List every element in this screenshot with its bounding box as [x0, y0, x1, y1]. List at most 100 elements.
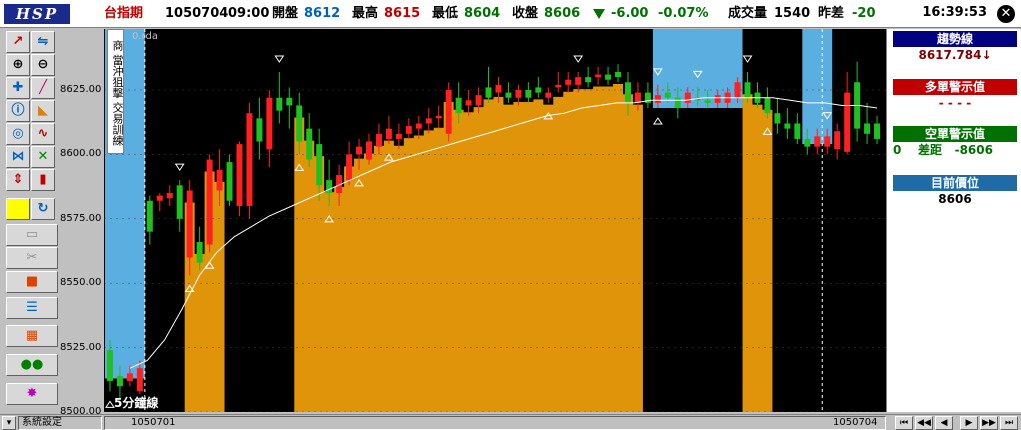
candle-body: [475, 95, 482, 106]
candle-body: [425, 118, 432, 124]
candle-body: [286, 97, 293, 106]
candle-body: [395, 133, 402, 139]
split-icon[interactable]: ⇋: [31, 31, 55, 53]
nav-fast-back-button[interactable]: ◀◀: [915, 416, 933, 430]
top-quote-bar: HSP 台指期 1050704 09:00 開盤 8612 最高 8615 最低…: [0, 0, 1021, 28]
app-window: HSP 台指期 1050704 09:00 開盤 8612 最高 8615 最低…: [0, 0, 1021, 430]
candle-body: [435, 115, 442, 119]
close-label: 收盤: [512, 6, 539, 21]
y-tick-label: 8550.00: [60, 277, 102, 289]
candle-body: [525, 90, 532, 98]
y-tick-label: 8625.00: [60, 84, 102, 95]
up-down-icon[interactable]: ⇕: [6, 169, 30, 191]
menu-button[interactable]: ▾: [2, 416, 16, 430]
list-icon[interactable]: ☰: [6, 297, 58, 319]
folder-icon[interactable]: ▭: [6, 224, 58, 246]
candle-body: [246, 113, 253, 206]
settings-button[interactable]: 系統設定: [18, 416, 102, 430]
candle-body: [674, 97, 681, 109]
volume-label: 成交量: [728, 6, 768, 21]
chart-svg[interactable]: [104, 29, 886, 412]
candle-body: [804, 138, 811, 147]
trend-line-icon[interactable]: ↗: [6, 31, 30, 53]
cross-arrows-icon[interactable]: ✕: [31, 146, 55, 168]
side-label-line-3: 交易訓練: [111, 101, 124, 146]
curve-icon[interactable]: ∿: [31, 123, 55, 145]
candle-body: [505, 92, 512, 98]
change-percent: -0.07%: [658, 6, 709, 21]
candle-body: [276, 97, 283, 111]
interval-label: 5分鐘線: [114, 396, 159, 410]
timeline-bar[interactable]: 1050701 1050704: [104, 416, 886, 430]
candle-body: [744, 82, 751, 98]
quote-time: 09:00: [228, 6, 270, 21]
nav-fast-forward-button[interactable]: ▶▶: [980, 416, 998, 430]
candle-icon[interactable]: ▮: [31, 169, 55, 191]
candle-body: [385, 128, 392, 139]
candle-body: [764, 97, 771, 114]
refresh-icon[interactable]: ↻: [31, 198, 55, 220]
candle-body: [824, 136, 831, 147]
candle-body: [326, 180, 333, 194]
candle-body: [266, 97, 273, 150]
sell-signal-marker: [274, 55, 285, 63]
candle-body: [575, 77, 582, 85]
nav-forward-button[interactable]: ▶: [960, 416, 978, 430]
candle-body: [116, 375, 123, 387]
pattern-icon[interactable]: ⋈: [6, 146, 30, 168]
close-icon[interactable]: ✕: [997, 5, 1015, 23]
symbol-name: 台指期: [104, 6, 144, 21]
target-icon[interactable]: ◎: [6, 123, 30, 145]
crosshair-icon[interactable]: ✚: [6, 77, 30, 99]
long-alert-header: 多單警示值: [893, 79, 1017, 95]
alert-icon[interactable]: ✸: [6, 383, 58, 405]
candle-body: [714, 95, 721, 103]
candle-body: [216, 169, 223, 191]
scissors-icon[interactable]: ✂: [6, 247, 58, 269]
ruler-icon[interactable]: ◣: [31, 100, 55, 122]
long-alert-value: - - - -: [938, 96, 972, 110]
color-swatch-icon[interactable]: [6, 198, 30, 220]
pen-icon[interactable]: ╱: [31, 77, 55, 99]
nav-first-button[interactable]: ⏮: [895, 416, 913, 430]
candle-body: [176, 185, 183, 219]
candlestick-chart[interactable]: 商 當沖狙擊 交易訓練 0.rda 5分鐘線: [104, 29, 886, 412]
candle-body: [296, 105, 303, 142]
open-value: 8612: [304, 6, 341, 21]
price-axis: 8625.00 8600.00 8575.00 8550.00 8525.00 8500.…: [60, 29, 104, 417]
prev-diff-label: 昨差: [818, 6, 845, 21]
stop-icon[interactable]: ■: [6, 271, 58, 293]
candle-body: [445, 90, 452, 134]
candle-body: [485, 87, 492, 98]
zoom-in-icon[interactable]: ⊕: [6, 54, 30, 76]
y-tick-label: 8600.00: [60, 148, 102, 160]
date-left: 1050701: [131, 417, 176, 428]
date-right: 1050704: [833, 417, 878, 428]
nav-last-button[interactable]: ⏭: [1000, 416, 1018, 430]
quote-date: 1050704: [165, 6, 229, 21]
candle-body: [844, 92, 851, 152]
candle-body: [864, 123, 871, 134]
candle-body: [615, 71, 622, 78]
candle-body: [196, 241, 203, 263]
candle-body: [316, 144, 323, 186]
side-label-line-2: 當沖狙擊: [111, 54, 124, 98]
candle-body: [206, 159, 213, 245]
nav-back-button[interactable]: ◀: [935, 416, 953, 430]
down-arrow-icon: [593, 5, 605, 23]
info-icon[interactable]: ⓘ: [6, 100, 30, 122]
candle-body: [455, 97, 462, 114]
close-value: 8606: [544, 6, 581, 21]
prev-diff-value: -20: [852, 6, 876, 21]
binoculars-icon[interactable]: ●●: [6, 354, 58, 376]
zoom-out-icon[interactable]: ⊖: [31, 54, 55, 76]
trend-value: 8617.784↓: [918, 48, 992, 62]
y-tick-label: 8525.00: [60, 341, 102, 353]
candle-body: [625, 82, 631, 103]
candle-body: [794, 123, 801, 139]
sell-signal-marker: [174, 163, 185, 172]
bottom-bar: ▾ 系統設定 1050701 1050704 ⏮ ◀◀ ◀ ▶ ▶▶ ⏭: [0, 414, 1021, 430]
high-label: 最高: [352, 6, 379, 21]
grid-icon[interactable]: ▦: [6, 325, 58, 347]
candle-body: [585, 77, 592, 83]
